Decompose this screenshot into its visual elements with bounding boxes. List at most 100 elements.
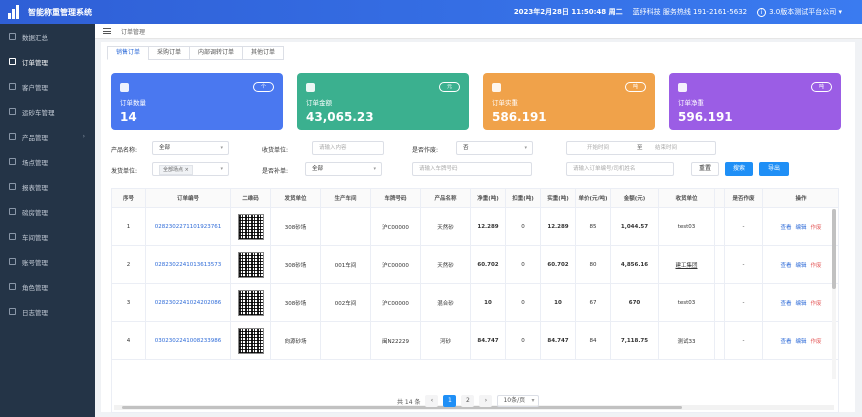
column-header: 二维码 — [231, 189, 271, 207]
cell-order[interactable]: 0302302241008233986 — [146, 322, 231, 359]
cell-product: 天然砂 — [421, 246, 471, 283]
view-button[interactable]: 查看 — [780, 337, 791, 345]
page-button[interactable]: 2 — [461, 395, 475, 407]
export-button[interactable]: 导出 — [759, 162, 789, 176]
page-button[interactable]: 1 — [443, 395, 457, 407]
card-icon — [120, 83, 129, 92]
column-header: 扣重(吨) — [506, 189, 541, 207]
edit-button[interactable]: 编辑 — [795, 299, 806, 307]
view-button[interactable]: 查看 — [780, 299, 791, 307]
void-select[interactable]: 否 ▾ — [456, 141, 533, 155]
page-size-select[interactable]: 10条/页 — [497, 395, 540, 407]
report-icon — [9, 183, 16, 190]
sidebar-item-6[interactable]: 报表管理 — [0, 174, 95, 199]
chevron-right-icon: › — [82, 133, 85, 140]
sidebar-item-4[interactable]: 产品管理 › — [0, 124, 95, 149]
empty-cell — [715, 322, 725, 359]
sidebar-item-10[interactable]: 角色管理 — [0, 274, 95, 299]
sidebar-item-5[interactable]: 场点管理 — [0, 149, 95, 174]
sender-select[interactable]: 全部场点 × ▾ — [152, 162, 229, 176]
tab-1[interactable]: 采购订单 — [148, 46, 190, 60]
tab-3[interactable]: 其他订单 — [242, 46, 285, 60]
tab-0[interactable]: 销售订单 — [107, 46, 149, 60]
sidebar-item-9[interactable]: 账号管理 — [0, 249, 95, 274]
cell-actual: 60.702 — [541, 246, 576, 283]
qr-code-cell — [231, 208, 271, 245]
cell-sender: 308砂场 — [271, 246, 321, 283]
receiver-input[interactable]: 请输入内容 — [312, 141, 384, 155]
next-page-button[interactable]: › — [479, 395, 493, 407]
cell-void: - — [725, 284, 763, 321]
cell-price: 84 — [576, 322, 611, 359]
product-select[interactable]: 全部 ▾ — [152, 141, 229, 155]
sidebar-item-label: 报表管理 — [22, 183, 48, 192]
void-button[interactable]: 作废 — [811, 261, 822, 269]
cell-receiver: 测试33 — [659, 322, 715, 359]
cell-no: 2 — [112, 246, 146, 283]
sender-label: 发货单位: — [111, 168, 138, 175]
cell-workshop — [321, 322, 371, 359]
cell-price: 67 — [576, 284, 611, 321]
sidebar-item-label: 车间管理 — [22, 233, 48, 242]
table-row[interactable]: 1 0282302271101923761 308砂场 沪C00000 天然砂 12.28… — [112, 208, 838, 246]
cell-receiver: test03 — [659, 208, 715, 245]
menu-toggle-icon[interactable] — [103, 28, 111, 34]
edit-button[interactable]: 编辑 — [795, 223, 806, 231]
order-search-input[interactable]: 请输入订单编号/司机姓名 — [566, 162, 674, 176]
qr-code-image[interactable] — [237, 251, 264, 278]
view-button[interactable]: 查看 — [780, 223, 791, 231]
prev-page-button[interactable]: ‹ — [425, 395, 439, 407]
cell-actual: 10 — [541, 284, 576, 321]
table-row[interactable]: 3 0282302241024202086 308砂场 002车间 沪C00000 混合砂… — [112, 284, 838, 322]
view-button[interactable]: 查看 — [780, 261, 791, 269]
qr-code-image[interactable] — [237, 213, 264, 240]
sidebar-item-3[interactable]: 运砂车管理 — [0, 99, 95, 124]
supplement-label: 是否补单: — [262, 168, 289, 175]
void-button[interactable]: 作废 — [811, 337, 822, 345]
sidebar-item-11[interactable]: 日志管理 — [0, 299, 95, 324]
table-header: 序号 订单编号 二维码 发货单位 生产车间 车牌号码 产品名称 净重(吨) 扣重(吨) 实重(吨)… — [112, 189, 838, 208]
sidebar-item-7[interactable]: 磅房管理 — [0, 199, 95, 224]
supplement-select[interactable]: 全部 ▾ — [305, 162, 382, 176]
sender-tag[interactable]: 全部场点 × — [159, 165, 193, 175]
void-button[interactable]: 作废 — [811, 299, 822, 307]
column-header: 净重(吨) — [471, 189, 506, 207]
sidebar-item-0[interactable]: 数据汇总 — [0, 24, 95, 49]
edit-button[interactable]: 编辑 — [795, 337, 806, 345]
table-row[interactable]: 4 0302302241008233986 向源砂场 闽N22229 河砂 84.747 0… — [112, 322, 838, 360]
sidebar-item-label: 账号管理 — [22, 258, 48, 267]
summary-card: 个订单数量 14 — [111, 73, 283, 130]
plate-input[interactable]: 请输入车牌号码 — [412, 162, 532, 176]
qr-code-image[interactable] — [237, 327, 264, 354]
sidebar-item-label: 产品管理 — [22, 133, 48, 142]
end-date[interactable]: 结束时间 — [655, 142, 677, 154]
user-menu[interactable]: i 3.0版本测试平台公司 ▾ — [757, 7, 842, 17]
order-tabs: 销售订单 采购订单 内部调转订单 其他订单 — [107, 46, 285, 60]
cell-order[interactable]: 0282302241013613573 — [146, 246, 231, 283]
sidebar-item-label: 场点管理 — [22, 158, 48, 167]
sidebar-item-2[interactable]: 客户管理 — [0, 74, 95, 99]
reset-button[interactable]: 重置 — [691, 162, 719, 176]
void-button[interactable]: 作废 — [811, 223, 822, 231]
void-label: 是否作废: — [412, 147, 439, 154]
header-datetime: 2023年2月28日 11:50:48 周二 — [513, 8, 623, 16]
table-row[interactable]: 2 0282302241013613573 308砂场 001车间 沪C00000 天然砂… — [112, 246, 838, 284]
edit-button[interactable]: 编辑 — [795, 261, 806, 269]
card-value: 43,065.23 — [306, 110, 374, 124]
cell-order[interactable]: 0282302271101923761 — [146, 208, 231, 245]
qr-code-image[interactable] — [237, 289, 264, 316]
start-date[interactable]: 开始时间 — [587, 145, 609, 151]
app-title: 智能称重管理系统 — [28, 7, 92, 17]
search-button[interactable]: 搜索 — [725, 162, 753, 176]
cell-order[interactable]: 0282302241024202086 — [146, 284, 231, 321]
cell-deduct: 0 — [506, 246, 541, 283]
user-icon: i — [757, 8, 767, 17]
tab-2[interactable]: 内部调转订单 — [189, 46, 243, 60]
table-vertical-scrollbar[interactable] — [832, 209, 836, 379]
column-header: 车牌号码 — [371, 189, 421, 207]
date-range-picker[interactable]: 开始时间 至 结束时间 — [566, 141, 716, 155]
cell-product: 天然砂 — [421, 208, 471, 245]
cell-void: - — [725, 246, 763, 283]
sidebar-item-8[interactable]: 车间管理 — [0, 224, 95, 249]
sidebar-item-1[interactable]: 订单管理 — [0, 49, 95, 74]
